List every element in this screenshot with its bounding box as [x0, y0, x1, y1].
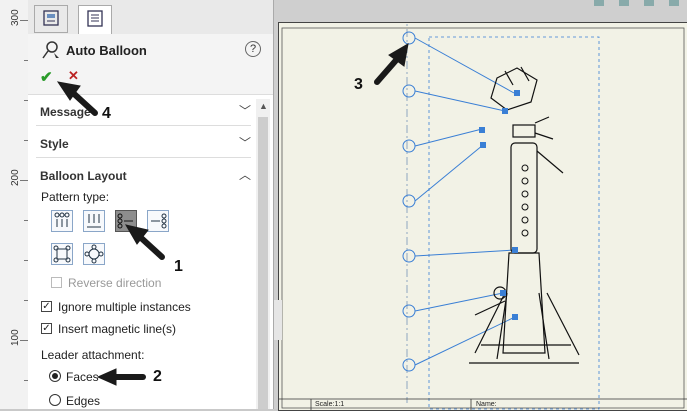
annotation-arrows: [56, 43, 409, 386]
callout-number-4: 4: [102, 105, 111, 122]
callout-number-2: 2: [153, 368, 162, 385]
callout-number-3: 3: [354, 76, 363, 93]
callout-number-1: 1: [174, 258, 183, 275]
